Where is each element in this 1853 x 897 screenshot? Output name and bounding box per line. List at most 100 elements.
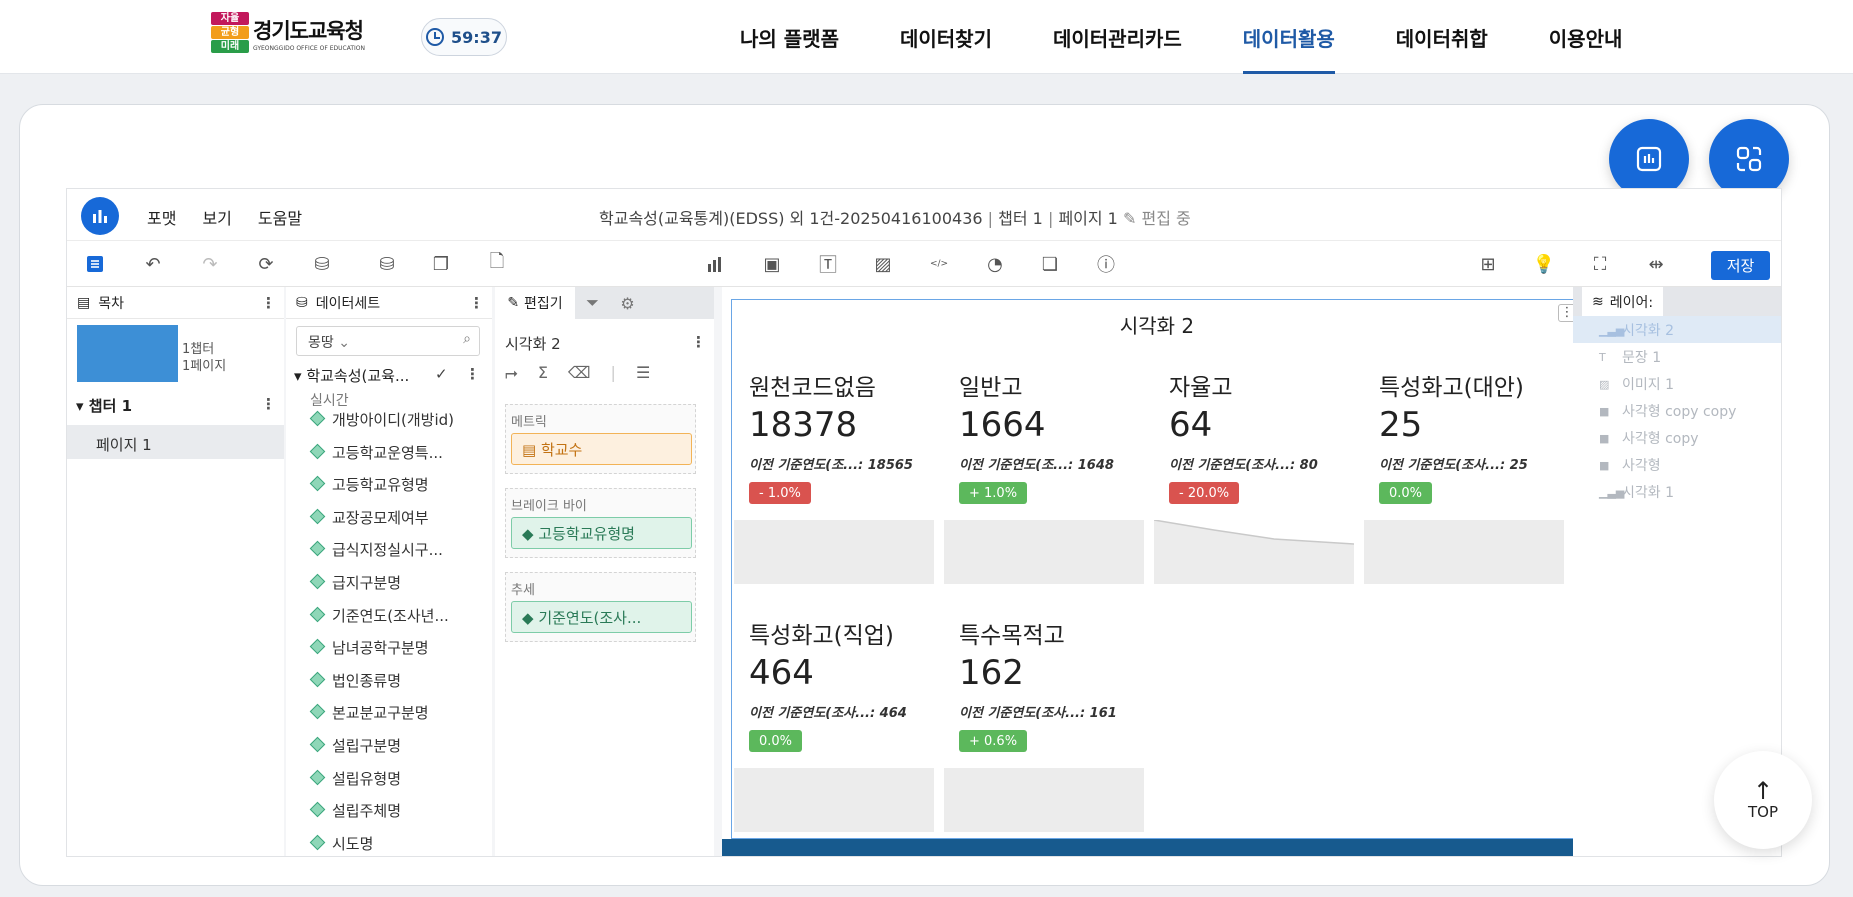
tab-filter[interactable]: ⏷	[575, 287, 610, 319]
nav-guide[interactable]: 이용안내	[1549, 0, 1623, 74]
menu-format[interactable]: 포맷	[147, 205, 176, 229]
app-logo-icon[interactable]	[81, 197, 119, 235]
database-icon[interactable]: ⛁	[310, 252, 334, 276]
dimension-icon	[309, 671, 326, 688]
dataset-field[interactable]: 고등학교유형명	[309, 474, 429, 495]
metric-pill[interactable]: ▤ 학교수	[511, 433, 692, 465]
kpi-label: 특수목적고	[959, 623, 1065, 649]
dataset-field[interactable]: 고등학교운영특...	[309, 442, 443, 463]
site-logo[interactable]: 자율 균형 미래 경기도교육청 GYEONGGIDO OFFICE OF EDU…	[211, 12, 365, 54]
logo-badge-1: 자율	[211, 12, 249, 25]
undo-icon[interactable]: ↶	[141, 252, 165, 276]
add-dataset-icon[interactable]: ⛁	[375, 252, 399, 276]
layer-item[interactable]: ▁▃▅ 시각화 1	[1573, 478, 1781, 505]
dataset-field[interactable]: 설립구분명	[309, 735, 401, 756]
swap-axis-icon[interactable]: ⮣	[505, 363, 518, 383]
container-icon[interactable]: ❏	[1038, 252, 1062, 276]
kpi-card[interactable]: 특수목적고 162 이전 기준연도(조사...: 161 + 0.6%	[942, 548, 1146, 832]
tab-editor[interactable]: ✎ 편집기	[495, 287, 575, 319]
layer-item[interactable]: T 문장 1	[1573, 343, 1781, 370]
layer-label: 시각화 2	[1622, 322, 1674, 339]
dataset-item[interactable]: ▾ 학교속성(교육... ✓ ⋮	[294, 365, 480, 386]
shape-layer-icon: ■	[1599, 431, 1610, 445]
layer-item[interactable]: ■ 사각형 copy	[1573, 424, 1781, 451]
dataset-search-input[interactable]: 몽땅 ⌄ ⌕	[296, 326, 480, 356]
sliders-icon[interactable]: ☰	[636, 363, 650, 383]
tab-settings[interactable]: ⚙	[610, 287, 645, 319]
breakby-pill[interactable]: ◆ 고등학교유형명	[511, 517, 692, 549]
refresh-icon[interactable]: ⟳	[254, 252, 278, 276]
menu-help[interactable]: 도움말	[258, 205, 302, 229]
gear-icon: ⚙	[620, 293, 635, 313]
layer-item[interactable]: ■ 사각형	[1573, 451, 1781, 478]
dataset-field[interactable]: 급식지정실시구...	[309, 539, 443, 560]
trend-pill[interactable]: ◆ 기준연도(조사...	[511, 601, 692, 633]
canvas-scrollbar[interactable]	[722, 839, 1583, 856]
chart-fab-button[interactable]	[1609, 119, 1689, 199]
chapter-more-icon[interactable]: ⋮	[261, 395, 276, 413]
shape-icon[interactable]: ◔	[983, 252, 1007, 276]
nav-data-use[interactable]: 데이터활용	[1242, 0, 1335, 74]
page-item[interactable]: 페이지 1	[67, 425, 284, 459]
width-icon[interactable]: ⇹	[1644, 252, 1668, 276]
add-page-icon[interactable]: 🗋	[485, 251, 509, 276]
layout-fab-button[interactable]	[1709, 119, 1789, 199]
filter-control-icon[interactable]: ▣	[760, 252, 784, 276]
menu-view[interactable]: 보기	[202, 205, 231, 229]
layer-item[interactable]: ▨ 이미지 1	[1573, 370, 1781, 397]
dataset-field[interactable]: 법인종류명	[309, 670, 401, 691]
dataset-field[interactable]: 시도명	[309, 833, 373, 854]
dataset-field[interactable]: 교장공모제여부	[309, 507, 429, 528]
redo-icon[interactable]: ↷	[198, 252, 222, 276]
nav-data-search[interactable]: 데이터찾기	[900, 0, 992, 74]
eraser-icon[interactable]: ⌫	[568, 363, 591, 383]
scroll-top-button[interactable]: ↑ TOP	[1714, 751, 1812, 849]
save-button[interactable]: 저장	[1711, 251, 1770, 280]
toc-toggle-icon[interactable]	[83, 252, 107, 276]
session-timer[interactable]: 59:37	[421, 18, 507, 56]
kpi-visualization[interactable]: 시각화 2 ⋮ 원천코드없음 18378 이전 기준연도(조...: 18565- …	[731, 299, 1583, 839]
page-thumbnail[interactable]	[77, 325, 178, 382]
chapter-item[interactable]: ▾ 챕터 1	[76, 395, 132, 416]
nav-my-platform[interactable]: 나의 플랫폼	[740, 0, 839, 74]
dataset-field[interactable]: 기준연도(조사년...	[309, 605, 449, 626]
kpi-card[interactable]: 일반고 1664 이전 기준연도(조...: 1648 + 1.0%	[942, 300, 1146, 584]
dataset-field[interactable]: 설립주체명	[309, 800, 401, 821]
text-box-icon[interactable]: 🅃	[816, 252, 840, 276]
dimension-icon	[309, 573, 326, 590]
fit-icon[interactable]: ⛶	[1588, 252, 1612, 276]
dataset-panel: ⛁ 데이터세트 ⋮ 몽땅 ⌄ ⌕ ▾ 학교속성(교육... ✓ ⋮ 실시간 개방아이디(개…	[286, 287, 492, 856]
dataset-more-icon[interactable]: ⋮	[465, 365, 480, 383]
report-canvas: 시각화 2 ⋮ 원천코드없음 18378 이전 기준연도(조...: 18565- …	[722, 287, 1637, 856]
html-icon[interactable]: </>	[927, 252, 951, 276]
layout-icon[interactable]: ⊞	[1476, 252, 1500, 276]
dataset-field[interactable]: 본교분교구분명	[309, 702, 429, 723]
nav-data-card[interactable]: 데이터관리카드	[1053, 0, 1182, 74]
dataset-field[interactable]: 개방아이디(개방id)	[309, 409, 454, 430]
layer-label: 사각형 copy	[1622, 430, 1699, 447]
insight-icon[interactable]: 💡	[1532, 252, 1556, 276]
nav-data-collect[interactable]: 데이터취합	[1396, 0, 1488, 74]
dataset-field[interactable]: 남녀공학구분명	[309, 637, 429, 658]
kpi-card[interactable]: 특성화고(직업) 464 이전 기준연도(조사...: 464 0.0%	[732, 548, 936, 832]
dimension-icon	[309, 834, 326, 851]
layer-item[interactable]: ■ 사각형 copy copy	[1573, 397, 1781, 424]
viz-more-icon[interactable]: ⋮	[691, 333, 706, 351]
layers-icon: ≋	[1592, 293, 1604, 310]
image-icon[interactable]: ▨	[871, 252, 895, 276]
dimension-icon	[309, 704, 326, 720]
more-icon[interactable]: ⋮	[261, 294, 276, 312]
layer-item[interactable]: ▁▃▅ 시각화 2	[1573, 316, 1781, 343]
dataset-field[interactable]: 급지구분명	[309, 572, 401, 593]
arrow-up-icon: ↑	[1752, 777, 1774, 805]
copy-page-icon[interactable]: ❐	[429, 252, 453, 276]
kpi-card[interactable]: 자율고 64 이전 기준연도(조사...: 80 - 20.0%	[1152, 300, 1356, 584]
dataset-field[interactable]: 설립유형명	[309, 768, 401, 789]
bar-chart-icon[interactable]	[704, 252, 728, 276]
kpi-card[interactable]: 특성화고(대안) 25 이전 기준연도(조사...: 25 0.0%	[1362, 300, 1566, 584]
kpi-card[interactable]: 원천코드없음 18378 이전 기준연도(조...: 18565 - 1.0%	[732, 300, 936, 584]
sum-icon[interactable]: Σ	[538, 363, 548, 383]
info-icon[interactable]: ⓘ	[1094, 252, 1118, 276]
more-icon[interactable]: ⋮	[469, 294, 484, 312]
search-icon[interactable]: ⌕	[463, 331, 471, 347]
